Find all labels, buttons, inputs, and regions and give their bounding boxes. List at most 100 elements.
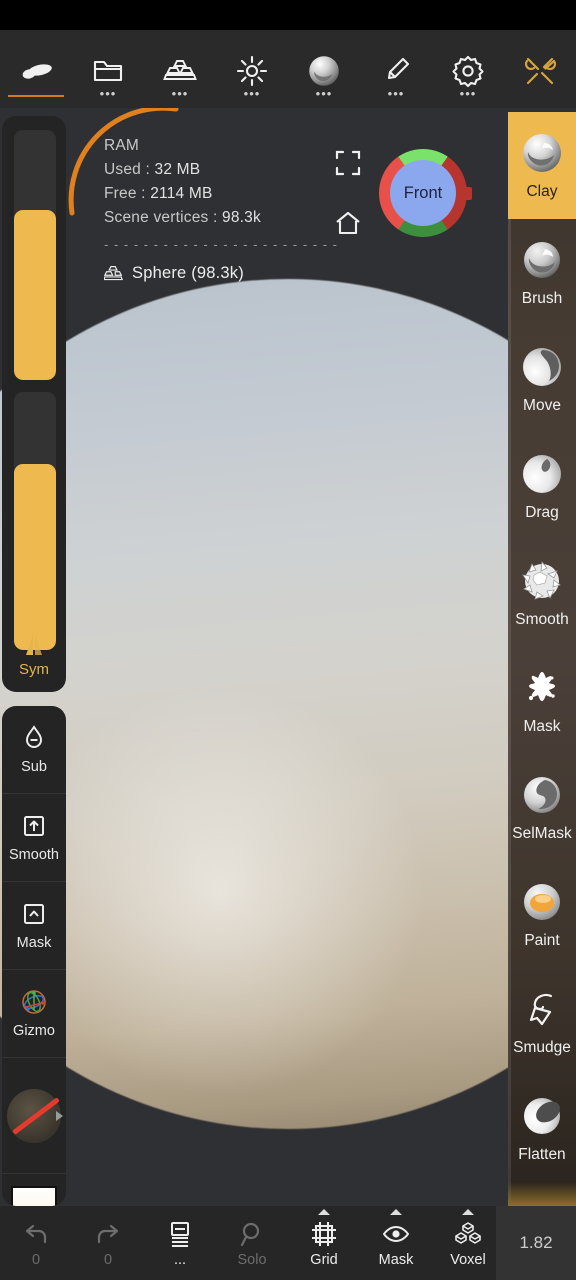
topbar-item-topology[interactable]: ••• xyxy=(144,30,216,108)
grid-button[interactable]: Grid xyxy=(288,1206,360,1280)
layers-button[interactable]: ... xyxy=(144,1206,216,1280)
topbar-dots: ••• xyxy=(171,86,189,101)
alpha-swatch[interactable] xyxy=(2,1058,66,1174)
topbar-dots: ••• xyxy=(99,86,117,101)
app-root: ••• ••• ••• ••• ••• ••• RAM Used: 32 MB… xyxy=(0,0,576,1280)
ram-free-label: Free : xyxy=(104,185,146,202)
slider-fill xyxy=(14,464,56,650)
topbar-item-lighting[interactable]: ••• xyxy=(216,30,288,108)
undo-count: 0 xyxy=(31,1252,41,1268)
topbar-item-sculpt[interactable] xyxy=(0,30,72,108)
undo-arrow-icon xyxy=(21,1218,51,1250)
tool-label: Mask xyxy=(523,718,561,735)
lighting-icon xyxy=(234,53,270,89)
left-sidebar-sliders: Sym xyxy=(2,116,66,692)
gizmo-face-label[interactable]: Front xyxy=(390,160,456,226)
grid-label: Grid xyxy=(310,1252,338,1268)
gizmo-label: Gizmo xyxy=(13,1023,55,1039)
scene-vertices-value: 98.3k xyxy=(222,209,261,226)
droplet-minus-icon xyxy=(25,725,43,748)
gizmo-button[interactable]: Gizmo xyxy=(2,970,66,1058)
caret-up-icon xyxy=(318,1209,330,1215)
sub-button[interactable]: Sub xyxy=(2,706,66,794)
tool-paint[interactable]: Paint xyxy=(508,861,576,968)
ram-free-row: Free : 2114 MB xyxy=(104,182,338,206)
topbar-item-files[interactable]: ••• xyxy=(72,30,144,108)
tool-drag[interactable]: Drag xyxy=(508,433,576,540)
tool-selmask[interactable]: SelMask xyxy=(508,754,576,861)
tool-mask[interactable]: Mask xyxy=(508,647,576,754)
gear-icon xyxy=(450,53,486,89)
brush-toolbar: Clay Brush Move Drag Smooth Mask SelMask… xyxy=(508,112,576,1206)
tool-flatten[interactable]: Flatten xyxy=(508,1075,576,1182)
topbar-item-paint[interactable]: ••• xyxy=(360,30,432,108)
square-up-arrow-icon xyxy=(24,816,44,836)
scene-vertices-row: Scene vertices : 98.3k xyxy=(104,206,338,230)
voxel-button[interactable]: Voxel xyxy=(432,1206,504,1280)
tool-smudge[interactable]: Smudge xyxy=(508,968,576,1075)
voxel-cubes-icon xyxy=(453,1218,483,1250)
magnifier-icon xyxy=(237,1218,267,1250)
tool-label: Move xyxy=(523,397,561,414)
mask-label: Mask xyxy=(16,935,52,951)
smooth-brush-icon xyxy=(519,558,565,604)
symmetry-icon xyxy=(26,635,42,655)
eye-icon xyxy=(381,1218,411,1250)
app-version: 1.82 xyxy=(496,1206,576,1280)
sculpt-icon xyxy=(18,53,54,89)
paint-brush-icon xyxy=(519,879,565,925)
tool-label: Smooth xyxy=(515,611,569,628)
info-divider: - - - - - - - - - - - - - - - - - - - - … xyxy=(104,237,338,252)
square-caret-up-icon xyxy=(24,904,44,924)
move-brush-icon xyxy=(519,344,565,390)
tools-icon xyxy=(522,53,558,89)
tool-label: Brush xyxy=(521,290,563,307)
tool-label: SelMask xyxy=(512,825,572,842)
bottom-toolbar: 0 0 ... Solo Grid Mask Voxel 1.82 xyxy=(0,1206,576,1280)
mask-button[interactable]: Mask xyxy=(2,882,66,970)
navigation-gizmo[interactable]: Front xyxy=(379,149,472,237)
tool-smooth[interactable]: Smooth xyxy=(508,540,576,647)
tool-label: Paint xyxy=(524,932,560,949)
toolbar-scroll-fade xyxy=(508,1182,576,1206)
flatten-brush-icon xyxy=(519,1093,565,1139)
tool-brush[interactable]: Brush xyxy=(508,219,576,326)
topbar-item-settings[interactable]: ••• xyxy=(432,30,504,108)
material-icon xyxy=(306,53,342,89)
ram-used-row: Used : 32 MB xyxy=(104,158,338,182)
smooth-button[interactable]: Smooth xyxy=(2,794,66,882)
tool-clay[interactable]: Clay xyxy=(508,112,576,219)
sculpt-active-indicator xyxy=(8,95,64,97)
topbar-dots: ••• xyxy=(459,86,477,101)
mask-view-label: Mask xyxy=(378,1252,414,1268)
symmetry-label: Sym xyxy=(19,661,49,678)
redo-button[interactable]: 0 xyxy=(72,1206,144,1280)
topbar-item-material[interactable]: ••• xyxy=(288,30,360,108)
symmetry-button[interactable]: Sym xyxy=(2,633,66,678)
tool-label: Clay xyxy=(526,183,558,200)
caret-up-icon xyxy=(390,1209,402,1215)
solo-button[interactable]: Solo xyxy=(216,1206,288,1280)
scene-object-name: Sphere (98.3k) xyxy=(132,264,244,282)
voxel-label: Voxel xyxy=(450,1252,486,1268)
redo-arrow-icon xyxy=(93,1218,123,1250)
brush-radius-slider[interactable] xyxy=(14,130,56,380)
clay-brush-icon xyxy=(519,130,565,176)
frame-view-icon[interactable] xyxy=(333,148,363,178)
topbar-dots: ••• xyxy=(243,86,261,101)
color-swatch[interactable] xyxy=(2,1174,66,1206)
ram-free-value: 2114 MB xyxy=(150,185,213,202)
mask-view-button[interactable]: Mask xyxy=(360,1206,432,1280)
scene-object-row[interactable]: Sphere (98.3k) xyxy=(104,261,338,285)
tool-move[interactable]: Move xyxy=(508,326,576,433)
brush-intensity-slider[interactable] xyxy=(14,392,56,650)
undo-button[interactable]: 0 xyxy=(0,1206,72,1280)
layers-label: ... xyxy=(173,1252,187,1268)
gizmo-side-stub xyxy=(462,187,472,200)
home-view-icon[interactable] xyxy=(333,208,363,238)
files-icon xyxy=(90,53,126,89)
topbar-item-tools[interactable] xyxy=(504,30,576,108)
sphere-mesh xyxy=(0,279,576,1129)
smooth-label: Smooth xyxy=(9,847,59,863)
topology-icon xyxy=(104,265,123,280)
